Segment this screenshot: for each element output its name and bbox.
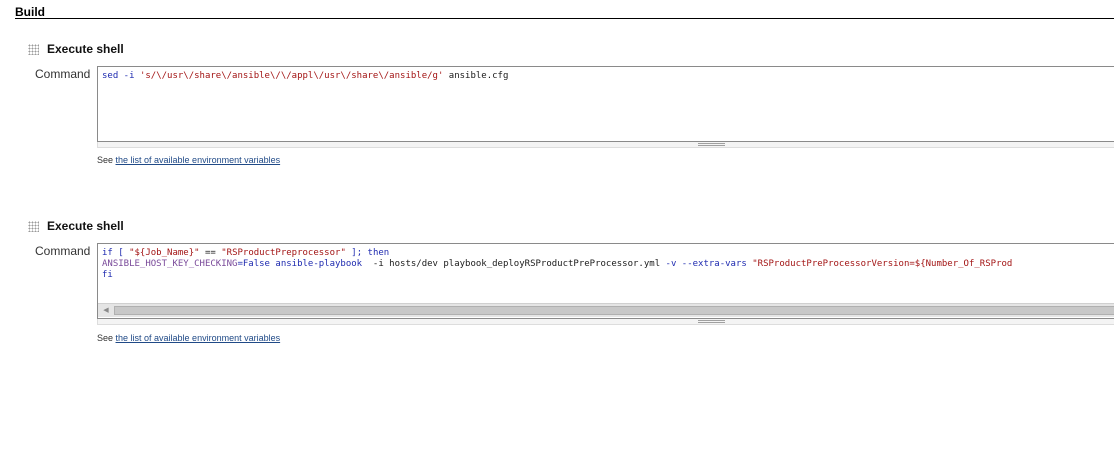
horizontal-scrollbar[interactable]: ◀ <box>98 303 1114 317</box>
code-line: ANSIBLE_HOST_KEY_CHECKING=False ansible-… <box>98 259 1114 270</box>
help-prefix: See <box>97 333 116 343</box>
code-token: "RSProductPreProcessorVersion=${Number_O… <box>752 259 1013 269</box>
env-vars-link[interactable]: the list of available environment variab… <box>116 333 281 343</box>
code-token: "RSProductPreprocessor" <box>221 248 346 258</box>
code-token: ]; then <box>345 248 390 258</box>
command-textarea[interactable]: sed -i 's/\/usr\/share\/ansible\/\/appl\… <box>97 66 1114 142</box>
scroll-thumb[interactable] <box>114 306 1114 315</box>
code-token: -i hosts/dev playbook_deployRSProductPre… <box>362 259 666 269</box>
step-title: Execute shell <box>47 219 124 233</box>
code-line: sed -i 's/\/usr\/share\/ansible\/\/appl\… <box>98 71 1114 82</box>
code-token: if [ <box>102 248 130 258</box>
step-header: Execute shell <box>28 42 124 56</box>
help-text: See the list of available environment va… <box>97 155 280 165</box>
env-vars-link[interactable]: the list of available environment variab… <box>116 155 281 165</box>
grip-icon <box>698 143 725 146</box>
code-token: == <box>199 248 222 258</box>
code-line: if [ "${Job_Name}" == "RSProductPreproce… <box>98 248 1114 259</box>
command-label: Command <box>35 244 91 258</box>
textarea-resize-handle[interactable] <box>97 142 1114 148</box>
drag-handle-icon[interactable] <box>28 43 39 55</box>
textarea-resize-handle[interactable] <box>97 319 1114 325</box>
command-textarea[interactable]: if [ "${Job_Name}" == "RSProductPreproce… <box>97 243 1114 319</box>
help-prefix: See <box>97 155 116 165</box>
scroll-left-icon[interactable]: ◀ <box>100 304 112 317</box>
code-token: 's/\/usr\/share\/ansible\/\/appl\/usr\/s… <box>139 71 444 81</box>
command-label: Command <box>35 67 91 81</box>
code-token: ansible.cfg <box>443 71 509 81</box>
step-header: Execute shell <box>28 219 124 233</box>
section-title: Build <box>15 5 45 19</box>
code-token: =False ansible-playbook <box>237 259 363 269</box>
step-title: Execute shell <box>47 42 124 56</box>
section-divider <box>15 18 1114 19</box>
code-line: fi <box>98 270 1114 281</box>
code-token: "${Job_Name}" <box>129 248 200 258</box>
code-token: -v --extra-vars <box>665 259 753 269</box>
code-token: sed -i <box>102 71 140 81</box>
help-text: See the list of available environment va… <box>97 333 280 343</box>
code-token: fi <box>102 270 113 280</box>
grip-icon <box>698 320 725 323</box>
code-token: ANSIBLE_HOST_KEY_CHECKING <box>102 259 238 269</box>
drag-handle-icon[interactable] <box>28 220 39 232</box>
